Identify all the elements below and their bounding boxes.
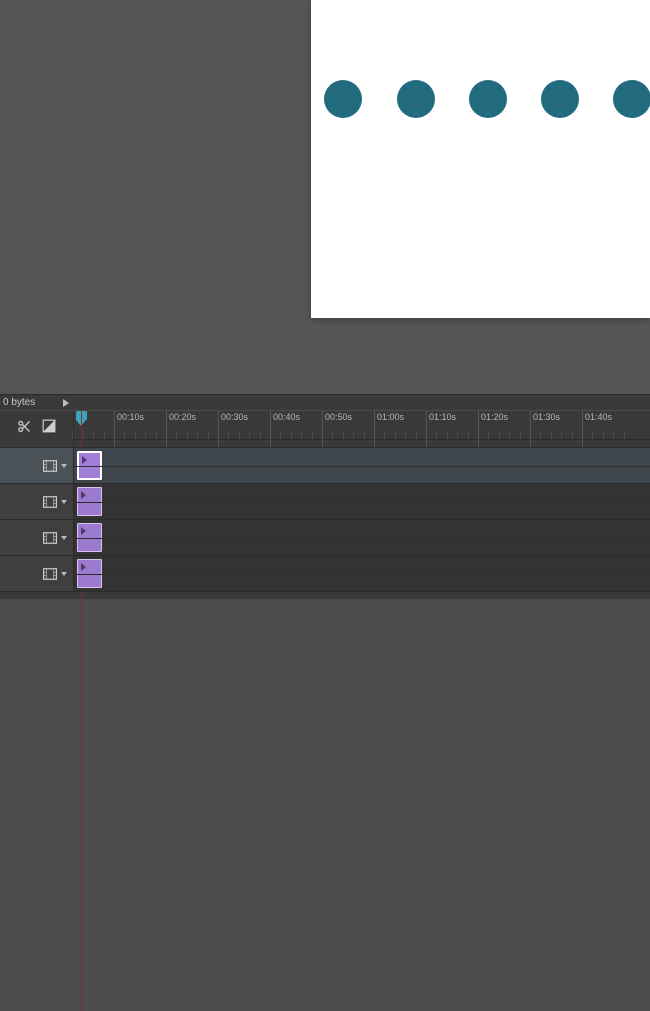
ruler-tick-label: 01:30s	[533, 412, 560, 422]
ruler-tick: 00:10s	[114, 411, 115, 447]
filmstrip-icon	[43, 496, 57, 508]
ruler-tick-label: 01:10s	[429, 412, 456, 422]
clip-play-icon	[81, 563, 86, 571]
ruler-tick: 01:30s	[530, 411, 531, 447]
ruler-tick-label: 00:10s	[117, 412, 144, 422]
filmstrip-icon	[43, 532, 57, 544]
stage-circle[interactable]	[613, 80, 650, 118]
timeline-track[interactable]	[0, 520, 650, 556]
track-header[interactable]	[0, 484, 74, 519]
ruler-tick: 01:00s	[374, 411, 375, 447]
timeline-clip[interactable]	[77, 559, 102, 588]
timeline-track[interactable]	[0, 556, 650, 592]
track-header[interactable]	[0, 520, 74, 555]
timeline-tools	[0, 411, 74, 447]
track-lane[interactable]	[74, 520, 650, 555]
track-lane[interactable]	[74, 448, 650, 483]
ruler-tick: 01:10s	[426, 411, 427, 447]
ruler-tick-label: 01:20s	[481, 412, 508, 422]
ruler-tick-label: 01:40s	[585, 412, 612, 422]
timeline-clip[interactable]	[77, 523, 102, 552]
timeline-panel: 00:10s 00:20s 00:30s 00:40s 00:50s 01:00s 01:1…	[0, 410, 650, 599]
chevron-down-icon[interactable]	[61, 572, 67, 576]
ruler-tick: 01:20s	[478, 411, 479, 447]
canvas-viewport	[0, 0, 650, 394]
filmstrip-icon	[43, 460, 57, 472]
track-header[interactable]	[0, 556, 74, 591]
stage-circle[interactable]	[397, 80, 435, 118]
timeline-track[interactable]	[0, 484, 650, 520]
status-bar: 0 bytes	[0, 394, 650, 411]
stage-circle[interactable]	[469, 80, 507, 118]
timeline-track[interactable]	[0, 448, 650, 484]
ruler-tick: 00:30s	[218, 411, 219, 447]
play-icon[interactable]	[63, 399, 69, 407]
clip-play-icon	[82, 456, 87, 464]
chevron-down-icon[interactable]	[61, 500, 67, 504]
playhead[interactable]	[76, 411, 87, 426]
ruler-baseline	[74, 439, 650, 440]
ruler-row: 00:10s 00:20s 00:30s 00:40s 00:50s 01:00s 01:1…	[0, 411, 650, 448]
ruler-tick-label: 00:20s	[169, 412, 196, 422]
ruler-tick-label: 01:00s	[377, 412, 404, 422]
ruler-tick-label: 00:30s	[221, 412, 248, 422]
ruler-tick-label: 00:50s	[325, 412, 352, 422]
ruler-tick: 00:40s	[270, 411, 271, 447]
clip-play-icon	[81, 491, 86, 499]
track-lane[interactable]	[74, 556, 650, 591]
status-bytes: 0 bytes	[0, 397, 35, 408]
ruler-tick: 00:20s	[166, 411, 167, 447]
timeline-clip[interactable]	[77, 451, 102, 480]
chevron-down-icon[interactable]	[61, 536, 67, 540]
stage-circle[interactable]	[324, 80, 362, 118]
timeline-clip[interactable]	[77, 487, 102, 516]
clip-play-icon	[81, 527, 86, 535]
time-ruler[interactable]: 00:10s 00:20s 00:30s 00:40s 00:50s 01:00s 01:1…	[74, 411, 650, 447]
track-header[interactable]	[0, 448, 74, 483]
stage-canvas[interactable]	[311, 0, 650, 318]
stage-circle[interactable]	[541, 80, 579, 118]
chevron-down-icon[interactable]	[61, 464, 67, 468]
filmstrip-icon	[43, 568, 57, 580]
contrast-icon[interactable]	[42, 419, 56, 433]
ruler-tick: 00:50s	[322, 411, 323, 447]
track-list	[0, 448, 650, 592]
ruler-tick-label: 00:40s	[273, 412, 300, 422]
cut-icon[interactable]	[17, 419, 32, 434]
ruler-tick: 01:40s	[582, 411, 583, 447]
track-lane[interactable]	[74, 484, 650, 519]
